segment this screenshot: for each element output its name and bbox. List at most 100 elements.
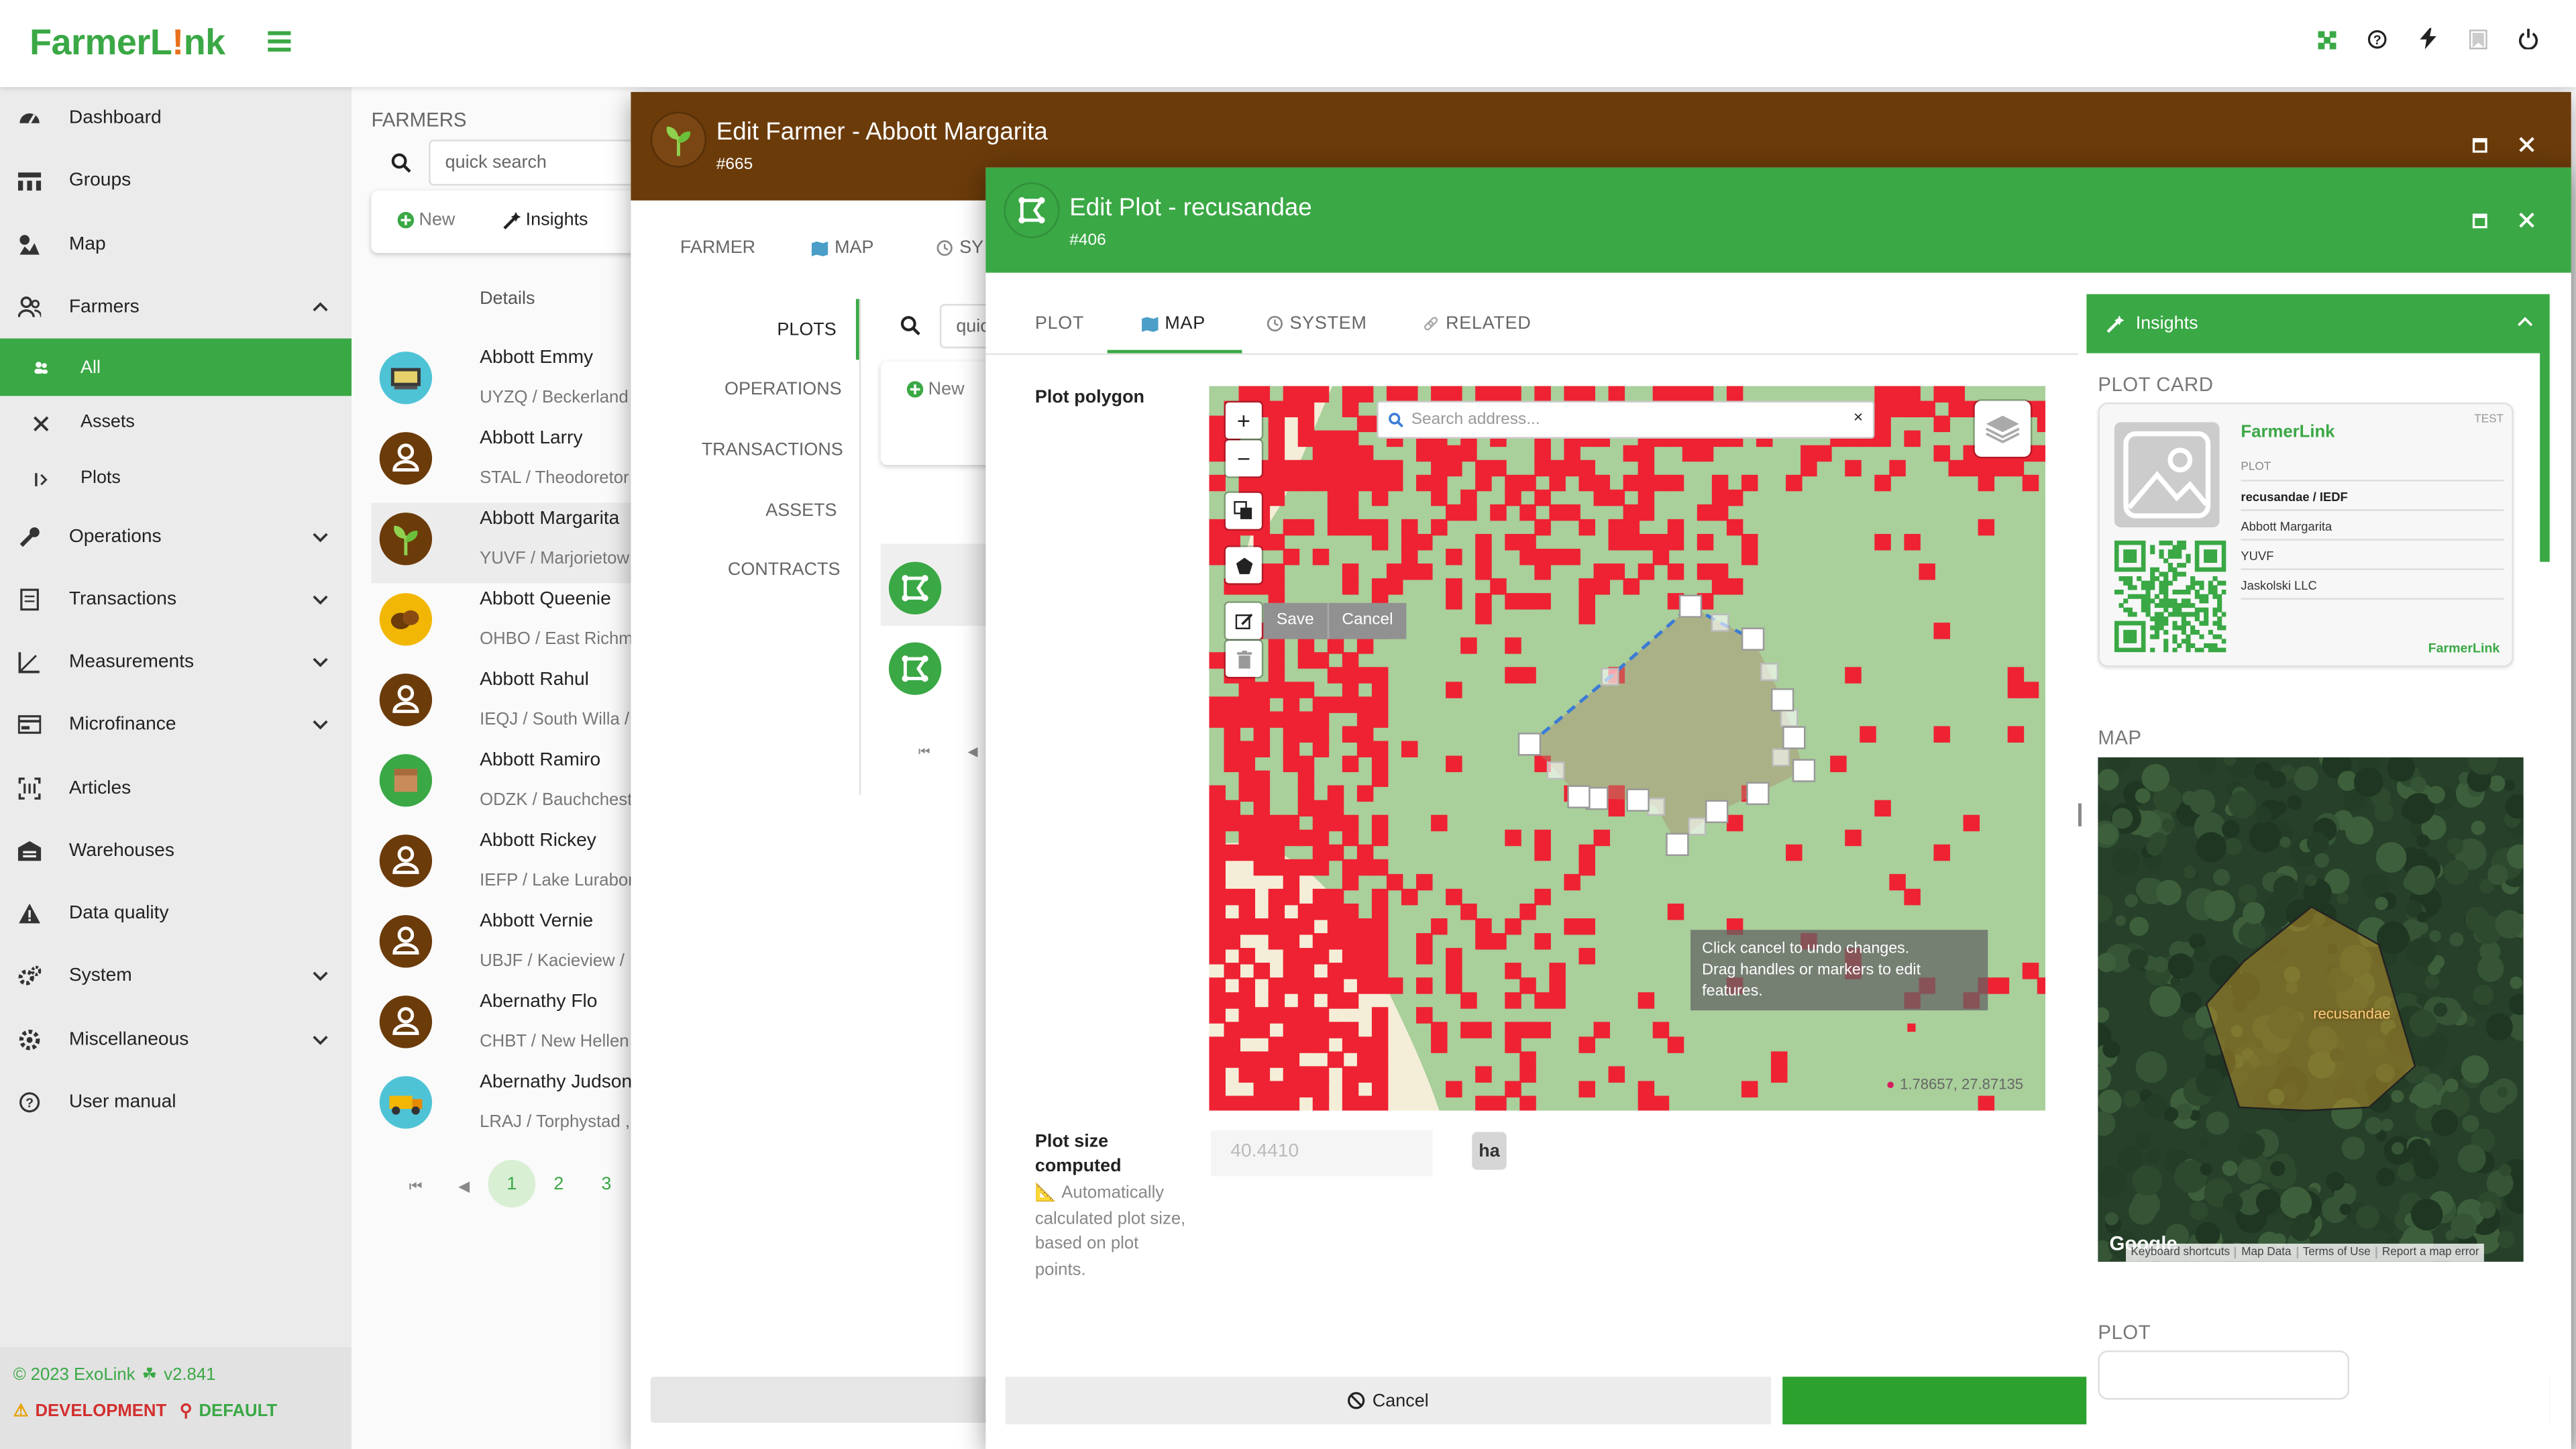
polygon-midpoint-handle[interactable] (1760, 663, 1779, 682)
polygon-vertex-handle[interactable] (1666, 833, 1689, 856)
polygon-vertex-handle[interactable] (1678, 594, 1703, 618)
tab-related[interactable]: RELATED (1423, 314, 1532, 333)
farmer-row[interactable]: Abbott Larry STAL / Theodoretor (371, 422, 634, 502)
sidebar-item-dashboard[interactable]: Dashboard (0, 87, 352, 150)
satellite-map[interactable]: recusandae Google Keyboard shortcuts Map… (2098, 757, 2524, 1262)
polygon-vertex-handle[interactable] (1782, 726, 1806, 749)
maximize-icon[interactable] (2472, 138, 2487, 153)
draw-polygon-button[interactable] (1225, 547, 1262, 584)
sidebar-item-farmers-assets[interactable]: Assets (0, 394, 352, 450)
polygon-vertex-handle[interactable] (1517, 733, 1542, 756)
polygon-midpoint-handle[interactable] (1688, 817, 1707, 836)
sidebar-item-warehouses[interactable]: Warehouses (0, 820, 352, 882)
plots-side-item[interactable]: PLOTS (777, 321, 836, 340)
polygon-vertex-handle[interactable] (1746, 782, 1770, 806)
polygon-midpoint-handle[interactable] (1546, 761, 1565, 780)
sidebar-item-farmers[interactable]: Farmers (0, 276, 352, 338)
prev-page-icon[interactable]: ◀ (458, 1178, 470, 1196)
tab-map[interactable]: MAP (1142, 314, 1205, 333)
insights-splitter[interactable] (2078, 803, 2082, 826)
cancel-button[interactable]: Cancel (1005, 1377, 1772, 1425)
farmer-row[interactable]: Abernathy Judson LRAJ / Torphystad , (371, 1066, 634, 1146)
page-3[interactable]: 3 (601, 1175, 611, 1194)
sidebar-item-map[interactable]: Map (0, 213, 352, 276)
polygon-vertex-handle[interactable] (1626, 788, 1650, 812)
close-icon[interactable] (2518, 212, 2534, 228)
sidebar-item-transactions[interactable]: Transactions (0, 568, 352, 631)
tab-system[interactable]: SYSTEM (1267, 314, 1366, 333)
sidebar-item-measurements[interactable]: Measurements (0, 631, 352, 693)
sidebar-item-operations[interactable]: Operations (0, 506, 352, 568)
delete-layers-button[interactable] (1225, 641, 1262, 677)
polygon-midpoint-handle[interactable] (1647, 797, 1666, 816)
search-input[interactable]: quick search (429, 140, 659, 186)
bolt-icon[interactable] (2420, 28, 2436, 50)
polygon-vertex-handle[interactable] (1771, 688, 1794, 712)
edit-layers-button[interactable] (1225, 602, 1262, 639)
operations-side-item[interactable]: OPERATIONS (724, 380, 842, 399)
layers-button[interactable] (1974, 400, 2031, 457)
qr-module (2186, 634, 2191, 639)
farmer-row[interactable]: Abbott Rickey IEFP / Lake Lurabor (371, 824, 634, 905)
sidebar-item-farmers-all[interactable]: All (0, 338, 352, 396)
sidebar-item-miscellaneous[interactable]: Miscellaneous (0, 1009, 352, 1071)
tab-system[interactable]: SY (936, 238, 983, 258)
tab-farmer[interactable]: FARMER (680, 238, 755, 258)
prev-page-icon[interactable]: ◀ (967, 744, 977, 759)
page-1[interactable]: 1 (488, 1159, 536, 1208)
help-icon[interactable]: ? (2367, 30, 2387, 49)
close-icon[interactable] (2518, 136, 2534, 152)
grid-icon[interactable] (2318, 31, 2337, 50)
farmer-row[interactable]: Abbott Vernie UBJF / Kacieview / (371, 905, 634, 985)
sidebar-item-articles[interactable]: Articles (0, 757, 352, 820)
zoom-in-button[interactable]: + (1225, 402, 1262, 439)
polygon-midpoint-handle[interactable] (1711, 613, 1729, 632)
insights-header[interactable]: Insights (2086, 294, 2550, 354)
sidebar-item-groups[interactable]: Groups (0, 150, 352, 212)
app-logo[interactable]: FarmerL!nk (30, 21, 225, 64)
assets-side-item[interactable]: ASSETS (765, 501, 837, 521)
insights-button[interactable]: Insights (502, 210, 588, 230)
first-page-icon[interactable]: ⏮ (409, 1178, 423, 1196)
polygon-vertex-handle[interactable] (1705, 800, 1729, 823)
contracts-side-item[interactable]: CONTRACTS (728, 560, 841, 580)
plot-map[interactable]: + − Save Cancel Search address... × Clic… (1209, 386, 2046, 1111)
zoom-out-button[interactable]: − (1225, 440, 1262, 477)
draw-save-button[interactable]: Save (1263, 602, 1329, 639)
polygon-vertex-handle[interactable] (1741, 627, 1765, 651)
maximize-icon[interactable] (2472, 213, 2487, 229)
power-icon[interactable] (2518, 28, 2538, 50)
farmer-row[interactable]: Abbott Queenie OHBO / East Richm (371, 583, 634, 663)
move-tool-button[interactable] (1225, 492, 1262, 529)
qr-module (2141, 598, 2146, 604)
bookmark-icon[interactable] (2469, 30, 2487, 50)
farmer-row[interactable]: Abbott Emmy UYZQ / Beckerland (371, 341, 634, 422)
polygon-midpoint-handle[interactable] (1601, 667, 1619, 686)
menu-icon[interactable] (268, 30, 291, 52)
sidebar-item-system[interactable]: System (0, 945, 352, 1007)
farmer-row[interactable]: Abbott Ramiro ODZK / Bauchchest (371, 744, 634, 824)
transactions-side-item[interactable]: TRANSACTIONS (702, 440, 843, 460)
sidebar-item-user-manual[interactable]: ? User manual (0, 1071, 352, 1134)
polygon-vertex-handle[interactable] (1792, 759, 1816, 782)
tab-map[interactable]: MAP (811, 238, 873, 258)
map-search-input[interactable]: Search address... (1411, 411, 1540, 429)
sidebar-item-farmers-plots[interactable]: Plots (0, 450, 352, 506)
sidebar-item-data-quality[interactable]: Data quality (0, 882, 352, 945)
farmer-row[interactable]: Abernathy Flo CHBT / New Hellen (371, 985, 634, 1066)
polygon-midpoint-handle[interactable] (1780, 708, 1799, 727)
draw-cancel-button[interactable]: Cancel (1329, 603, 1406, 639)
polygon-midpoint-handle[interactable] (1772, 748, 1790, 767)
tab-plot[interactable]: PLOT (1035, 314, 1084, 333)
page-2[interactable]: 2 (553, 1175, 564, 1194)
new-button[interactable]: New (397, 210, 455, 230)
microfinance-icon (17, 713, 42, 736)
polygon-vertex-handle[interactable] (1567, 785, 1591, 808)
clear-icon[interactable]: × (1854, 409, 1863, 427)
farmer-row-selected[interactable]: Abbott Margarita YUVF / Marjorietow (371, 502, 651, 584)
first-page-icon[interactable]: ⏮ (918, 744, 930, 760)
map-search-box[interactable]: Search address... × (1377, 400, 1875, 439)
new-plot-button[interactable]: New (906, 380, 965, 399)
sidebar-item-microfinance[interactable]: Microfinance (0, 693, 352, 755)
farmer-row[interactable]: Abbott Rahul IEQJ / South Willa / (371, 663, 634, 744)
